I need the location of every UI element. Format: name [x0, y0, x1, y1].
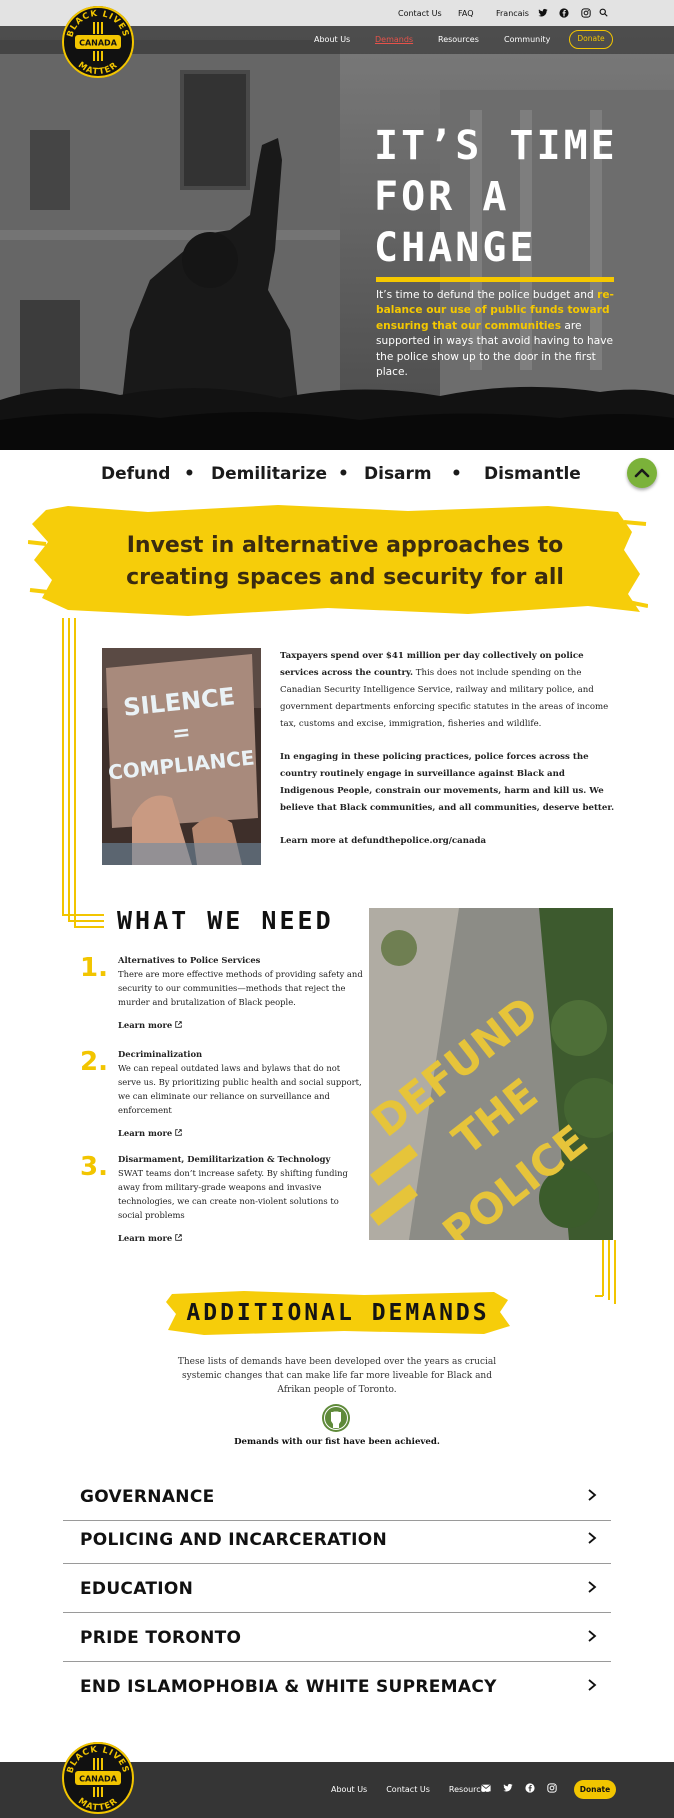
learn-more-link[interactable]: Learn more — [118, 1126, 363, 1140]
chevron-right-icon — [588, 1532, 597, 1544]
footer-blm-canada-logo[interactable]: BLACK LIVES MATTER CANADA — [60, 1740, 136, 1816]
accordion-label: END ISLAMOPHOBIA & WHITE SUPREMACY — [80, 1677, 497, 1697]
external-link-icon — [175, 1234, 182, 1241]
accordion-label: GOVERNANCE — [80, 1487, 215, 1507]
logo-center-text: CANADA — [79, 1775, 118, 1784]
additional-demands-description: These lists of demands have been develop… — [177, 1357, 497, 1395]
intro-paragraph-2-text: In engaging in these policing practices,… — [280, 752, 615, 813]
accordion-item-pride-toronto[interactable]: PRIDE TORONTO — [63, 1614, 611, 1662]
learn-more-label: Learn more — [118, 1128, 173, 1138]
need-body: Alternatives to Police Services There ar… — [118, 953, 363, 1032]
need-body: Decriminalization We can repeal outdated… — [118, 1047, 363, 1140]
accordion-label: POLICING AND INCARCERATION — [80, 1530, 388, 1550]
need-body: Disarmament, Demilitarization & Technolo… — [118, 1152, 363, 1245]
instagram-icon[interactable] — [547, 1783, 557, 1793]
accordion-item-policing[interactable]: POLICING AND INCARCERATION — [63, 1516, 611, 1564]
need-title: Disarmament, Demilitarization & Technolo… — [118, 1154, 331, 1164]
achieved-note: Demands with our fist have been achieved… — [234, 1437, 440, 1447]
intro-paragraph-1: Taxpayers spend over $41 million per day… — [280, 648, 616, 733]
need-number: 3. — [80, 1152, 108, 1182]
sign-text-equals: = — [171, 720, 192, 747]
twitter-icon[interactable] — [503, 1783, 513, 1793]
intro-text: Taxpayers spend over $41 million per day… — [280, 648, 616, 866]
footer-contact-us-link[interactable]: Contact Us — [386, 1785, 430, 1794]
accordion-item-governance[interactable]: GOVERNANCE — [63, 1473, 611, 1521]
learn-more-label: Learn more — [118, 1233, 173, 1243]
chevron-right-icon — [588, 1489, 597, 1501]
need-text: There are more effective methods of prov… — [118, 969, 363, 1007]
chevron-right-icon — [588, 1630, 597, 1642]
fist-icon — [322, 1404, 350, 1432]
accordion-label: EDUCATION — [80, 1579, 194, 1599]
defund-the-police-street-photo: DEFUND THE POLICE — [369, 908, 613, 1240]
need-text: SWAT teams don’t increase safety. By shi… — [118, 1168, 348, 1220]
need-number: 2. — [80, 1047, 108, 1077]
mail-icon[interactable] — [481, 1783, 491, 1793]
learn-more-link[interactable]: Learn more — [118, 1231, 363, 1245]
intro-learn-more: Learn more at defundthepolice.org/canada — [280, 833, 616, 850]
facebook-icon[interactable] — [525, 1783, 535, 1793]
accordion-label: PRIDE TORONTO — [80, 1628, 242, 1648]
what-we-need-heading: WHAT WE NEED — [117, 906, 334, 935]
footer-donate-button[interactable]: Donate — [574, 1780, 616, 1799]
need-number: 1. — [80, 953, 108, 983]
intro-paragraph-2: In engaging in these policing practices,… — [280, 749, 616, 817]
accordion-item-education[interactable]: EDUCATION — [63, 1565, 611, 1613]
need-title: Decriminalization — [118, 1049, 203, 1059]
silence-compliance-photo: SILENCE = COMPLIANCE — [102, 648, 261, 865]
accordion-item-end-islamophobia[interactable]: END ISLAMOPHOBIA & WHITE SUPREMACY — [63, 1663, 611, 1711]
learn-more-link[interactable]: Learn more — [118, 1018, 363, 1032]
additional-demands-heading: ADDITIONAL DEMANDS — [186, 1300, 490, 1326]
defund-the-police-link[interactable]: Learn more at defundthepolice.org/canada — [280, 836, 486, 846]
footer-about-us-link[interactable]: About Us — [331, 1785, 367, 1794]
footer-social-icons — [481, 1783, 557, 1793]
need-title: Alternatives to Police Services — [118, 955, 261, 965]
external-link-icon — [175, 1129, 182, 1136]
chevron-right-icon — [588, 1679, 597, 1691]
external-link-icon — [175, 1021, 182, 1028]
learn-more-label: Learn more — [118, 1020, 173, 1030]
chevron-right-icon — [588, 1581, 597, 1593]
need-text: We can repeal outdated laws and bylaws t… — [118, 1063, 362, 1115]
